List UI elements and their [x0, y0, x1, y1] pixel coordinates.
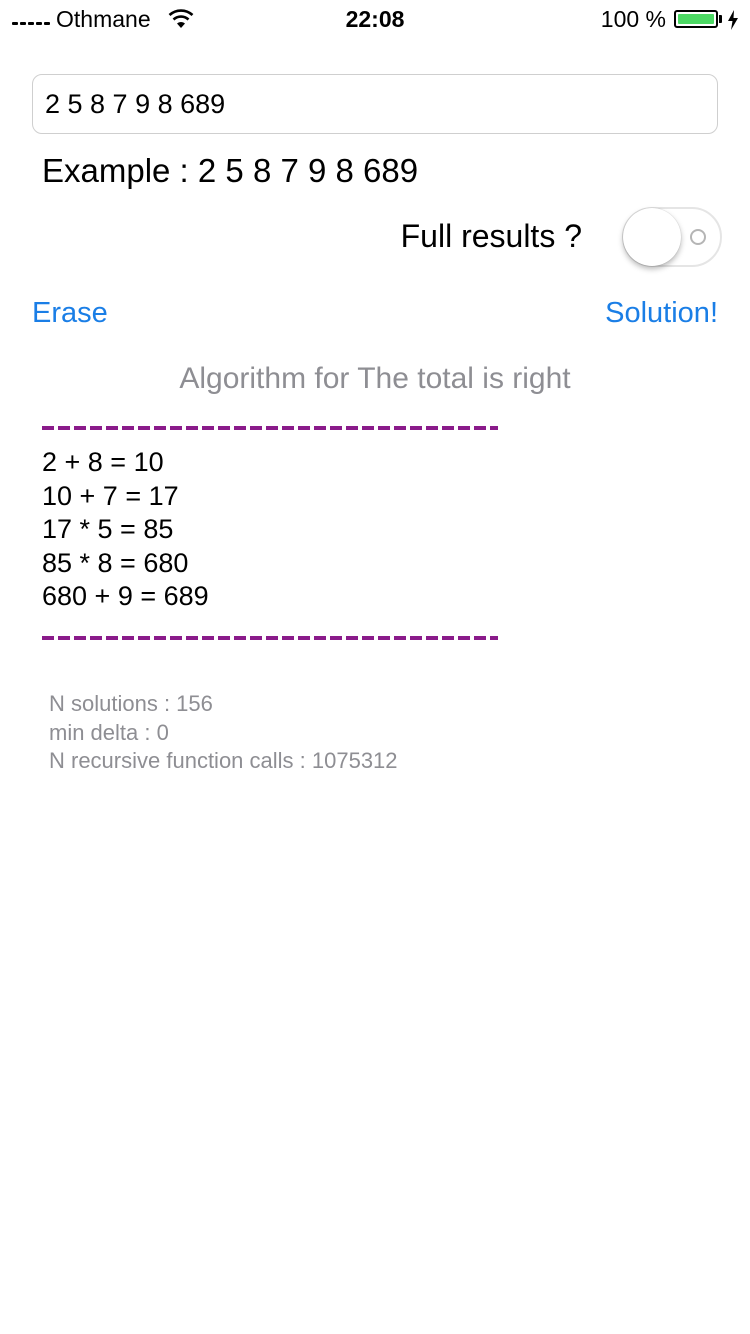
battery-cap [719, 15, 722, 23]
stats-block: N solutions : 156 min delta : 0 N recurs… [49, 690, 398, 776]
step-line: 680 + 9 = 689 [42, 581, 209, 611]
step-line: 2 + 8 = 10 [42, 447, 164, 477]
erase-button[interactable]: Erase [32, 297, 108, 330]
steps-list: 2 + 8 = 10 10 + 7 = 17 17 * 5 = 85 85 * … [42, 446, 209, 614]
step-line: 10 + 7 = 17 [42, 480, 179, 511]
algorithm-title: Algorithm for The total is right [179, 362, 571, 395]
status-bar: Othmane 22:08 100 % [0, 0, 750, 40]
step-line: 17 * 5 = 85 [42, 514, 174, 544]
example-label: Example : 2 5 8 7 9 8 689 [42, 152, 419, 189]
step-line: 85 * 8 = 680 [42, 547, 189, 578]
battery-icon [674, 10, 718, 28]
n-solutions-text: N solutions : 156 [49, 691, 213, 716]
solution-button[interactable]: Solution! [605, 297, 718, 330]
toggle-off-indicator-icon [690, 229, 706, 245]
battery-percent: 100 % [600, 6, 666, 32]
full-results-label: Full results ? [400, 218, 582, 254]
charging-bolt-icon [728, 10, 738, 30]
numbers-input[interactable] [32, 74, 718, 134]
separator-top [42, 426, 498, 430]
full-results-toggle[interactable] [622, 207, 722, 267]
separator-bottom [42, 636, 498, 640]
min-delta-text: min delta : 0 [49, 719, 169, 745]
recursive-calls-text: N recursive function calls : 1075312 [49, 748, 398, 773]
toggle-knob[interactable] [623, 208, 681, 266]
